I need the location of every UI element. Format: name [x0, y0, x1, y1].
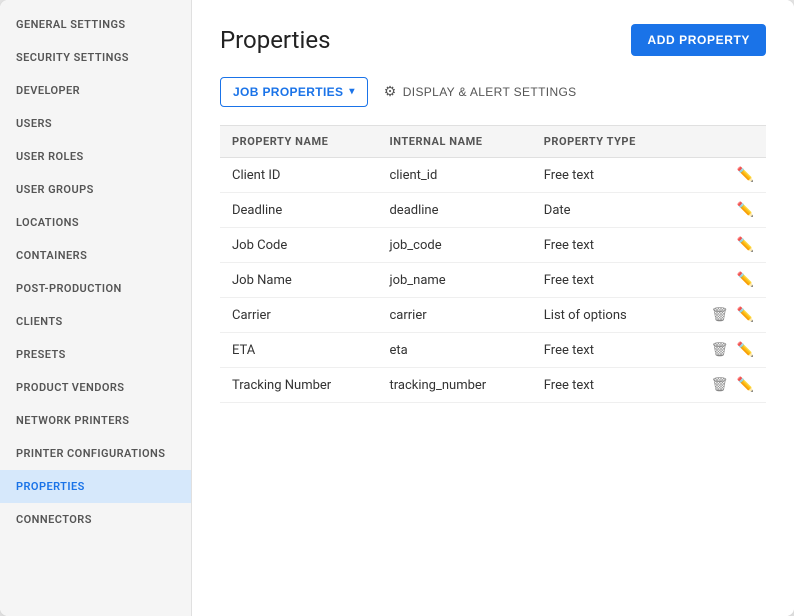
chevron-down-icon: ▾: [349, 86, 354, 97]
settings-icon: ⚙: [384, 83, 397, 100]
page-title: Properties: [220, 26, 330, 54]
sidebar: General SettingsSecurity SettingsDevelop…: [0, 0, 192, 616]
cell-property-type: Free text: [532, 333, 680, 368]
sidebar-item-security-settings[interactable]: Security Settings: [0, 41, 191, 74]
main-content: Properties ADD PROPERTY JOB PROPERTIES ▾…: [192, 0, 794, 616]
col-header-internal-name: Internal Name: [377, 126, 531, 158]
table-body: Client IDclient_idFree text✏️Deadlinedea…: [220, 158, 766, 403]
table-row: ETAetaFree text 🗑 ✏️: [220, 333, 766, 368]
actions-cell: 🗑 ✏️: [692, 307, 754, 323]
cell-internal-name: eta: [377, 333, 531, 368]
cell-internal-name: job_code: [377, 228, 531, 263]
cell-property-name: Tracking Number: [220, 368, 377, 403]
edit-icon[interactable]: ✏️: [737, 167, 754, 183]
cell-internal-name: carrier: [377, 298, 531, 333]
actions-cell: ✏️: [692, 237, 754, 253]
sidebar-item-users[interactable]: Users: [0, 107, 191, 140]
cell-property-type: Free text: [532, 228, 680, 263]
cell-internal-name: client_id: [377, 158, 531, 193]
table-row: Job Namejob_nameFree text ✏️: [220, 263, 766, 298]
cell-property-name: Client ID: [220, 158, 377, 193]
actions-cell: 🗑 ✏️: [692, 342, 754, 358]
edit-icon[interactable]: ✏️: [737, 237, 754, 253]
sidebar-item-general-settings[interactable]: General Settings: [0, 8, 191, 41]
sidebar-item-printer-configurations[interactable]: Printer Configurations: [0, 437, 191, 470]
cell-property-name: ETA: [220, 333, 377, 368]
tabs-bar: JOB PROPERTIES ▾ ⚙ DISPLAY & ALERT SETTI…: [220, 76, 766, 107]
sidebar-item-developer[interactable]: Developer: [0, 74, 191, 107]
cell-actions: 🗑 ✏️: [680, 368, 766, 403]
edit-icon[interactable]: ✏️: [737, 342, 754, 358]
sidebar-item-clients[interactable]: Clients: [0, 305, 191, 338]
sidebar-item-locations[interactable]: Locations: [0, 206, 191, 239]
cell-actions: ✏️: [680, 193, 766, 228]
sidebar-item-user-roles[interactable]: User Roles: [0, 140, 191, 173]
cell-property-name: Job Code: [220, 228, 377, 263]
cell-property-type: Date: [532, 193, 680, 228]
main-header: Properties ADD PROPERTY: [220, 24, 766, 56]
add-property-button[interactable]: ADD PROPERTY: [631, 24, 766, 56]
sidebar-item-user-groups[interactable]: User Groups: [0, 173, 191, 206]
cell-actions: ✏️: [680, 263, 766, 298]
table-row: Tracking Numbertracking_numberFree text 🗑…: [220, 368, 766, 403]
tab-display-alert-label: DISPLAY & ALERT SETTINGS: [403, 85, 577, 99]
actions-cell: ✏️: [692, 272, 754, 288]
cell-property-type: List of options: [532, 298, 680, 333]
delete-icon[interactable]: 🗑: [711, 342, 729, 358]
sidebar-item-connectors[interactable]: Connectors: [0, 503, 191, 536]
col-header-property-name: Property Name: [220, 126, 377, 158]
delete-icon[interactable]: 🗑: [711, 307, 729, 323]
table-row: Job Codejob_codeFree text ✏️: [220, 228, 766, 263]
cell-property-type: Free text: [532, 368, 680, 403]
tab-job-properties[interactable]: JOB PROPERTIES ▾: [220, 77, 368, 107]
cell-internal-name: tracking_number: [377, 368, 531, 403]
delete-icon[interactable]: 🗑: [711, 377, 729, 393]
cell-property-name: Carrier: [220, 298, 377, 333]
cell-internal-name: job_name: [377, 263, 531, 298]
edit-icon[interactable]: ✏️: [737, 272, 754, 288]
sidebar-item-properties[interactable]: Properties: [0, 470, 191, 503]
actions-cell: ✏️: [692, 202, 754, 218]
app-window: General SettingsSecurity SettingsDevelop…: [0, 0, 794, 616]
col-header-property-type: Property Type: [532, 126, 680, 158]
cell-actions: 🗑 ✏️: [680, 333, 766, 368]
properties-table: Property Name Internal Name Property Typ…: [220, 125, 766, 403]
cell-actions: 🗑 ✏️: [680, 298, 766, 333]
edit-icon[interactable]: ✏️: [737, 202, 754, 218]
edit-icon[interactable]: ✏️: [737, 307, 754, 323]
col-header-actions: [680, 126, 766, 158]
cell-actions: ✏️: [680, 228, 766, 263]
cell-property-type: Free text: [532, 263, 680, 298]
table-row: CarriercarrierList of options 🗑 ✏️: [220, 298, 766, 333]
table-header: Property Name Internal Name Property Typ…: [220, 126, 766, 158]
cell-internal-name: deadline: [377, 193, 531, 228]
cell-property-type: Free text: [532, 158, 680, 193]
sidebar-item-containers[interactable]: Containers: [0, 239, 191, 272]
cell-actions: ✏️: [680, 158, 766, 193]
cell-property-name: Job Name: [220, 263, 377, 298]
cell-property-name: Deadline: [220, 193, 377, 228]
tab-display-alert-settings[interactable]: ⚙ DISPLAY & ALERT SETTINGS: [372, 76, 589, 107]
actions-cell: ✏️: [692, 167, 754, 183]
table-row: DeadlinedeadlineDate ✏️: [220, 193, 766, 228]
sidebar-item-post-production[interactable]: Post-Production: [0, 272, 191, 305]
tab-job-properties-label: JOB PROPERTIES: [233, 85, 343, 99]
table-row: Client IDclient_idFree text ✏️: [220, 158, 766, 193]
sidebar-item-network-printers[interactable]: Network Printers: [0, 404, 191, 437]
sidebar-item-product-vendors[interactable]: Product Vendors: [0, 371, 191, 404]
sidebar-item-presets[interactable]: Presets: [0, 338, 191, 371]
actions-cell: 🗑 ✏️: [692, 377, 754, 393]
edit-icon[interactable]: ✏️: [737, 377, 754, 393]
